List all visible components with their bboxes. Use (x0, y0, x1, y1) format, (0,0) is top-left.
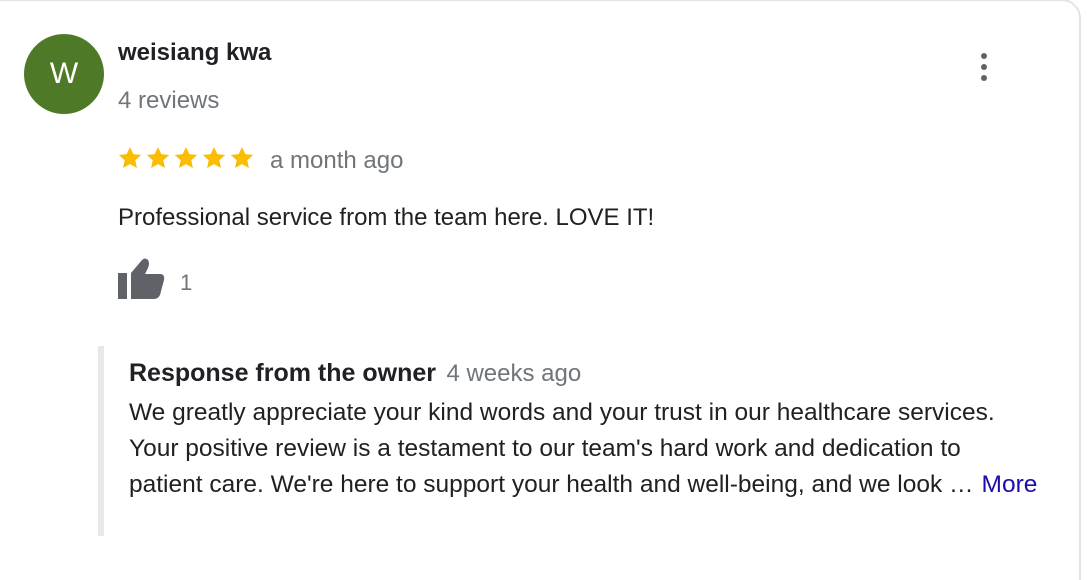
like-count: 1 (180, 270, 193, 295)
star-rating (117, 145, 255, 171)
more-vert-icon-dot (981, 64, 987, 70)
owner-response: Response from the owner 4 weeks ago We g… (98, 346, 1038, 536)
review-date: a month ago (270, 147, 404, 174)
more-vert-icon (981, 53, 987, 59)
reviewer-name[interactable]: weisiang kwa (118, 39, 271, 67)
avatar-initial: W (49, 57, 79, 90)
star-icon (202, 146, 226, 168)
more-options-button[interactable] (968, 45, 1000, 89)
more-vert-icon-dot (981, 75, 987, 81)
review-card: W weisiang kwa 4 reviews a month ago Pro… (0, 0, 1080, 580)
response-date: 4 weeks ago (446, 360, 582, 387)
review-text: Professional service from the team here.… (118, 204, 655, 231)
avatar[interactable]: W (24, 34, 104, 114)
response-text: We greatly appreciate your kind words an… (129, 399, 995, 498)
star-icon (174, 146, 198, 168)
response-header: Response from the owner 4 weeks ago (129, 359, 581, 388)
response-title: Response from the owner (129, 359, 436, 387)
more-link[interactable]: More (982, 471, 1038, 498)
star-icon (230, 146, 254, 168)
star-icon (118, 146, 142, 168)
response-body: We greatly appreciate your kind words an… (129, 395, 1039, 503)
review-count[interactable]: 4 reviews (118, 87, 219, 115)
like-button[interactable]: 1 (116, 255, 192, 301)
thumbs-up-icon (118, 258, 165, 299)
star-icon (146, 146, 170, 168)
